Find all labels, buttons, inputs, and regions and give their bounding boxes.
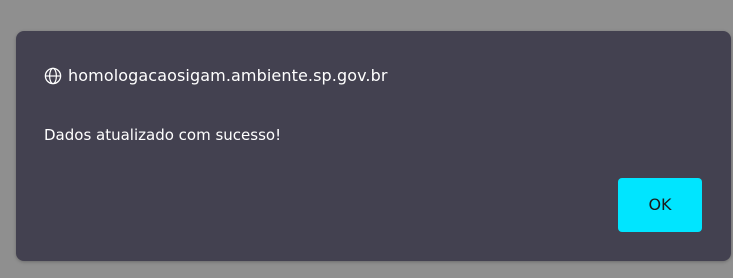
globe-icon: [44, 67, 62, 85]
dialog-origin: homologacaosigam.ambiente.sp.gov.br: [68, 66, 388, 85]
alert-dialog: homologacaosigam.ambiente.sp.gov.br Dado…: [16, 31, 731, 261]
ok-button[interactable]: OK: [618, 178, 702, 232]
dialog-origin-row: homologacaosigam.ambiente.sp.gov.br: [44, 65, 388, 87]
dialog-message: Dados atualizado com sucesso!: [44, 126, 282, 144]
